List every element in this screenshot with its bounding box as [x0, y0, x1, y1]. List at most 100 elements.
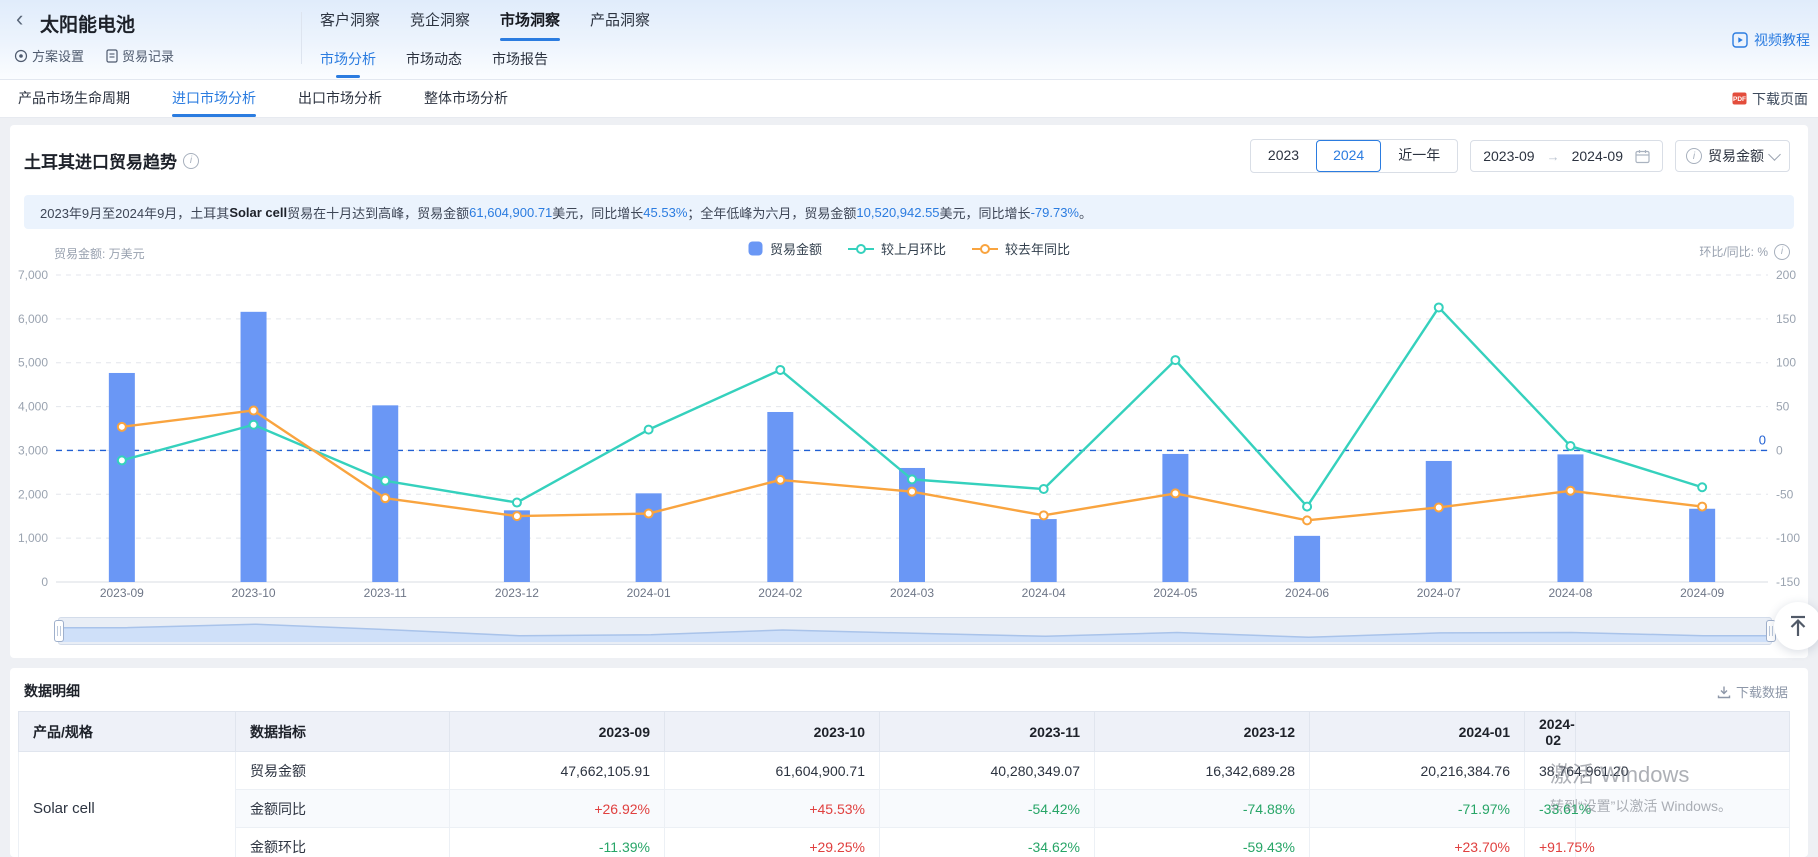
svg-text:0: 0 [41, 575, 48, 589]
page-title: 太阳能电池 [40, 10, 135, 37]
trade-amount-bar [767, 412, 793, 582]
svg-text:0: 0 [1759, 432, 1766, 447]
nav-import-market-analysis[interactable]: 进口市场分析 [172, 80, 256, 117]
svg-text:150: 150 [1776, 312, 1796, 326]
nav-overall-market-analysis[interactable]: 整体市场分析 [424, 80, 508, 117]
trend-chart: 7,0002006,0001505,0001004,000503,00002,0… [10, 260, 1808, 615]
value-cell: 47,662,105.91 [450, 752, 665, 790]
value-cell: 16,342,689.28 [1095, 752, 1310, 790]
arrow-up-icon [1785, 613, 1811, 639]
year-2023-button[interactable]: 2023 [1251, 140, 1316, 172]
data-point [1303, 503, 1311, 511]
x-axis-label: 2024-02 [758, 586, 802, 600]
subtab-market-report[interactable]: 市场报告 [492, 42, 548, 79]
svg-text:3,000: 3,000 [18, 443, 48, 457]
legend-item[interactable]: 贸易金额 [748, 239, 822, 258]
trade-amount-bar [1294, 536, 1320, 582]
info-icon[interactable]: i [183, 153, 199, 169]
legend-item[interactable]: 较去年同比 [972, 239, 1070, 258]
value-cell: +26.92% [450, 790, 665, 828]
calendar-icon [1635, 149, 1650, 164]
chart-title: 土耳其进口贸易趋势 i [24, 148, 199, 173]
trade-amount-bar [1031, 519, 1057, 582]
download-icon [1717, 685, 1731, 699]
value-cell: -33.61% [1525, 790, 1576, 828]
subtab-market-dynamics[interactable]: 市场动态 [406, 42, 462, 79]
date-range-picker[interactable]: 2023-09 → 2024-09 [1470, 140, 1663, 172]
data-point [1566, 442, 1574, 450]
right-axis-unit-label: 环比/同比: % i [1699, 243, 1790, 260]
data-point [776, 366, 784, 374]
value-cell: -54.42% [880, 790, 1095, 828]
back-to-top-button[interactable] [1774, 602, 1818, 650]
value-cell: +23.70% [1310, 828, 1525, 857]
nav-export-market-analysis[interactable]: 出口市场分析 [298, 80, 382, 117]
download-page-label: 下载页面 [1752, 89, 1808, 109]
table-row: 金额同比+26.92%+45.53%-54.42%-74.88%-71.97%-… [19, 790, 1790, 828]
tab-competitor-insight[interactable]: 竞企洞察 [410, 0, 470, 42]
value-cell: +91.75% [1525, 828, 1576, 857]
indicator-cell: 金额同比 [236, 790, 450, 828]
data-point [250, 421, 258, 429]
value-cell: 40,280,349.07 [880, 752, 1095, 790]
datazoom-left-handle[interactable] [54, 620, 64, 642]
svg-text:-150: -150 [1776, 575, 1800, 589]
tab-market-insight[interactable]: 市场洞察 [500, 0, 560, 42]
video-tutorial-button[interactable]: 视频教程 [1732, 30, 1810, 50]
legend-label: 较上月环比 [881, 239, 946, 258]
trade-amount-bar [1557, 454, 1583, 582]
date-range-start: 2023-09 [1483, 148, 1534, 164]
download-data-button[interactable]: 下载数据 [1717, 682, 1788, 701]
summary-banner: 2023年9月至2024年9月，土耳其Solar cell贸易在十月达到高峰，贸… [24, 195, 1794, 229]
sub-tabs: 市场分析 市场动态 市场报告 [320, 42, 548, 79]
svg-text:7,000: 7,000 [18, 268, 48, 282]
column-header: 2024-02 [1525, 712, 1576, 752]
value-cell: -34.62% [880, 828, 1095, 857]
indicator-cell: 贸易金额 [236, 752, 450, 790]
subtab-market-analysis[interactable]: 市场分析 [320, 42, 376, 79]
partial-cell [1576, 790, 1790, 828]
x-axis-label: 2023-09 [100, 586, 144, 600]
date-range-arrow-icon: → [1547, 149, 1560, 164]
x-axis-label: 2024-09 [1680, 586, 1724, 600]
data-point [1171, 489, 1179, 497]
metric-dropdown[interactable]: i 贸易金额 [1675, 140, 1790, 172]
svg-text:-100: -100 [1776, 531, 1800, 545]
recent-year-button[interactable]: 近一年 [1381, 140, 1457, 172]
trade-records-button[interactable]: 贸易记录 [106, 46, 174, 65]
datazoom-slider[interactable] [58, 617, 1772, 645]
data-point [1698, 503, 1706, 511]
value-cell: 61,604,900.71 [665, 752, 880, 790]
legend-bar-marker [748, 241, 763, 256]
back-icon[interactable]: ‹ [16, 8, 23, 30]
date-range-end: 2024-09 [1572, 148, 1623, 164]
data-point [908, 475, 916, 483]
svg-text:2,000: 2,000 [18, 487, 48, 501]
x-axis-label: 2024-05 [1153, 586, 1197, 600]
metric-dropdown-value: 贸易金额 [1708, 146, 1764, 166]
svg-text:6,000: 6,000 [18, 312, 48, 326]
tab-product-insight[interactable]: 产品洞察 [590, 0, 650, 42]
download-page-button[interactable]: PDF 下载页面 [1732, 80, 1808, 117]
document-icon [106, 49, 118, 63]
chart-controls: 2023 2024 近一年 2023-09 → 2024-09 i 贸易金额 [1250, 140, 1790, 172]
value-cell: -59.43% [1095, 828, 1310, 857]
chart-legend: 贸易金额 较上月环比 较去年同比 [10, 239, 1808, 258]
chevron-down-icon [1768, 148, 1781, 161]
tab-customer-insight[interactable]: 客户洞察 [320, 0, 380, 42]
data-detail-card: 数据明细 下载数据 产品/规格数据指标2023-092023-102023-11… [10, 668, 1808, 857]
product-cell: Solar cell [19, 752, 236, 857]
year-2024-button[interactable]: 2024 [1316, 140, 1381, 172]
table-title: 数据明细 [24, 681, 80, 701]
value-cell: +29.25% [665, 828, 880, 857]
svg-text:4,000: 4,000 [18, 400, 48, 414]
info-icon[interactable]: i [1774, 244, 1790, 260]
svg-text:PDF: PDF [1733, 96, 1746, 103]
nav-product-lifecycle[interactable]: 产品市场生命周期 [18, 80, 130, 117]
header-divider [301, 12, 302, 64]
legend-item[interactable]: 较上月环比 [848, 239, 946, 258]
scheme-settings-button[interactable]: 方案设置 [14, 46, 84, 65]
data-point [1435, 303, 1443, 311]
data-point [118, 456, 126, 464]
svg-text:100: 100 [1776, 356, 1796, 370]
